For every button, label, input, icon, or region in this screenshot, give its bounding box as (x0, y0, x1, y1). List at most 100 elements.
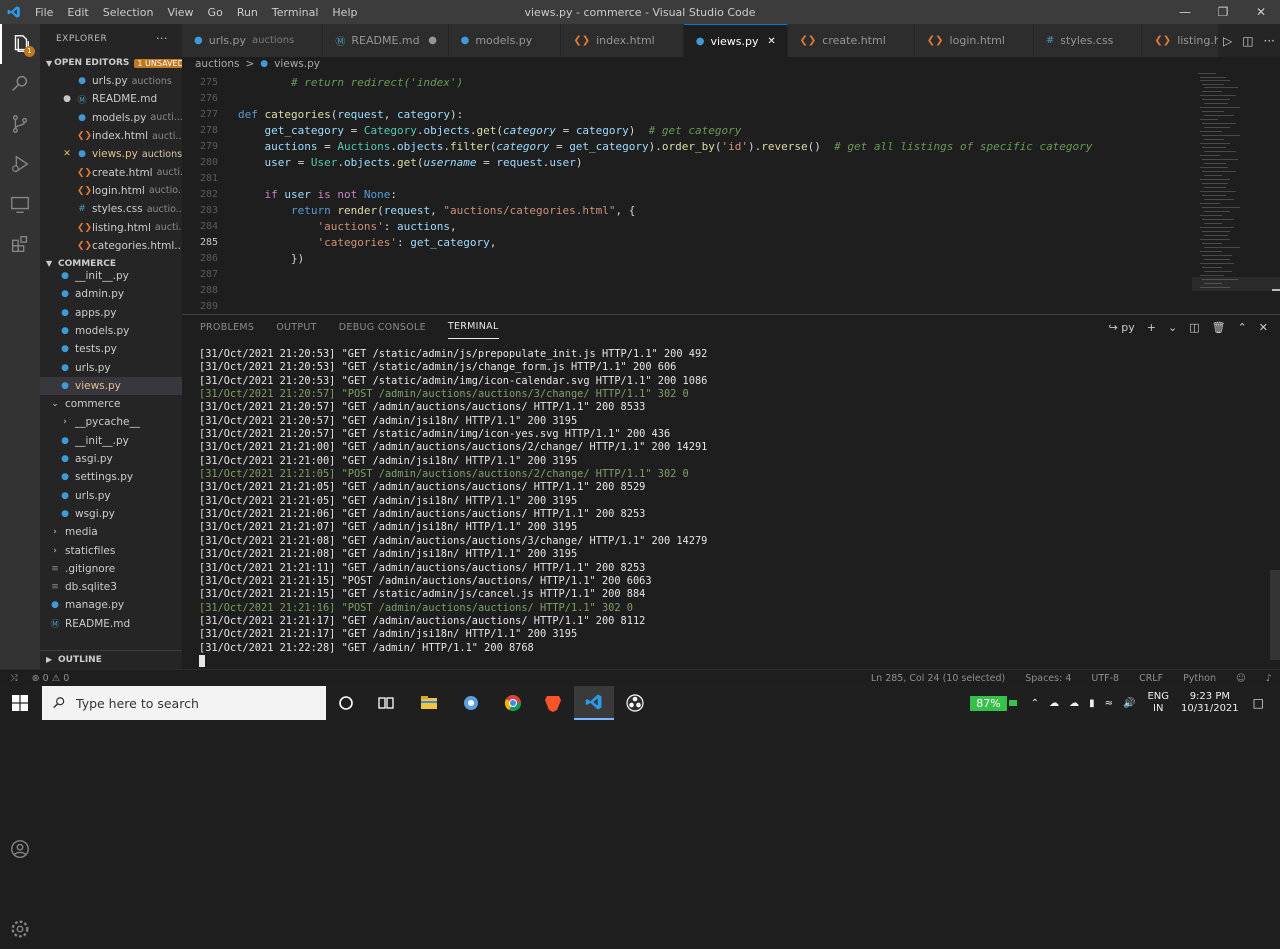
code-line[interactable]: return render(request, "auctions/categor… (238, 204, 635, 217)
brave-icon[interactable] (533, 686, 573, 720)
chrome-icon[interactable] (493, 686, 533, 720)
code-line[interactable]: # return redirect('index') (238, 76, 463, 89)
cortana-icon[interactable] (326, 686, 366, 720)
editor-tab[interactable]: ❮❯create.html (788, 24, 915, 57)
close-editor-icon[interactable]: ✕ (62, 149, 72, 159)
chevron-up-icon[interactable]: ⌃ (1031, 698, 1039, 709)
source-control-icon[interactable] (0, 104, 40, 144)
app-icon[interactable] (451, 686, 491, 720)
language-indicator[interactable]: ENGIN (1147, 691, 1169, 715)
battery-icon[interactable]: ▮ (1089, 698, 1095, 709)
close-editor-icon[interactable]: ✕ (62, 223, 72, 233)
code-line[interactable]: 'auctions': auctions, (238, 220, 457, 233)
explorer-icon[interactable]: 1 (0, 24, 40, 64)
file-item[interactable]: ●wsgi.py (40, 505, 182, 523)
file-item[interactable]: ●admin.py (40, 285, 182, 303)
open-editor-item[interactable]: ✕●views.pyauctions (40, 145, 182, 163)
file-item[interactable]: ●__init__.py (40, 267, 182, 285)
restore-icon[interactable]: ❐ (1204, 0, 1242, 24)
close-editor-icon[interactable]: ✕ (62, 76, 72, 86)
close-panel-icon[interactable]: ✕ (1259, 321, 1268, 334)
split-editor-icon[interactable]: ◫ (1242, 34, 1253, 48)
editor-tab[interactable]: ●models.py (449, 24, 562, 57)
close-window-icon[interactable]: ✕ (1242, 0, 1280, 24)
code-editor[interactable]: 2752762772782792802812822832842852862872… (182, 71, 1192, 314)
split-terminal-icon[interactable]: ◫ (1189, 321, 1199, 334)
close-editor-icon[interactable]: ✕ (62, 113, 72, 123)
file-item[interactable]: ●asgi.py (40, 450, 182, 468)
file-item[interactable]: ⓂREADME.md (40, 615, 182, 633)
chevron-down-icon[interactable]: ⌄ (1168, 321, 1177, 334)
open-editor-item[interactable]: ✕❮❯categories.html... (40, 237, 182, 255)
editor-tab[interactable]: ●urls.pyauctions (182, 24, 323, 57)
tab-debug-console[interactable]: DEBUG CONSOLE (339, 315, 426, 339)
task-view-icon[interactable] (366, 686, 406, 720)
code-line[interactable]: 'categories': get_category, (238, 236, 496, 249)
editor-tab[interactable]: ❮❯index.html (561, 24, 683, 57)
unsaved-dot-icon[interactable]: ● (428, 35, 438, 46)
open-editor-item[interactable]: ✕❮❯listing.htmlaucti... (40, 218, 182, 236)
unsaved-dot-icon[interactable]: ● (62, 94, 72, 104)
run-debug-icon[interactable] (0, 144, 40, 184)
line-ending[interactable]: CRLF (1139, 673, 1163, 684)
open-editor-item[interactable]: ✕●models.pyaucti... (40, 109, 182, 127)
terminal-selector[interactable]: ↪ py (1109, 321, 1135, 334)
bell-icon[interactable]: ♪ (1266, 673, 1272, 684)
editor-tab[interactable]: ❮❯login.html (915, 24, 1034, 57)
close-editor-icon[interactable]: ✕ (62, 204, 72, 214)
obs-icon[interactable] (615, 686, 655, 720)
editor-tab[interactable]: ⓂREADME.md● (323, 24, 448, 57)
feedback-icon[interactable]: ☺ (1236, 673, 1246, 684)
close-editor-icon[interactable]: ✕ (62, 241, 72, 251)
code-line[interactable]: auctions = Auctions.objects.filter(categ… (238, 140, 1092, 153)
file-item[interactable]: ●settings.py (40, 468, 182, 486)
remote-explorer-icon[interactable] (0, 184, 40, 224)
terminal-scrollbar[interactable] (1270, 570, 1280, 660)
open-editor-item[interactable]: ✕❮❯create.htmlaucti... (40, 163, 182, 181)
menu-edit[interactable]: Edit (60, 6, 95, 19)
open-editor-item[interactable]: ✕#styles.cssauctio... (40, 200, 182, 218)
cloud-icon[interactable]: ☁ (1049, 698, 1059, 709)
file-item[interactable]: ●urls.py (40, 487, 182, 505)
file-item[interactable]: ●models.py (40, 322, 182, 340)
code-line[interactable]: }) (238, 252, 304, 265)
editor-tab[interactable]: ●views.py✕ (684, 24, 788, 57)
windows-start-icon[interactable] (0, 686, 40, 720)
outline-header[interactable]: ▶OUTLINE (40, 650, 182, 668)
close-editor-icon[interactable]: ✕ (62, 186, 72, 196)
wifi-icon[interactable]: ≈ (1105, 698, 1113, 709)
encoding[interactable]: UTF-8 (1091, 673, 1119, 684)
file-item[interactable]: ●manage.py (40, 596, 182, 614)
file-explorer-icon[interactable] (409, 686, 449, 720)
run-file-icon[interactable]: ▷ (1223, 34, 1232, 48)
breadcrumb-file[interactable]: views.py (274, 58, 320, 70)
file-item[interactable]: ●urls.py (40, 358, 182, 376)
folder-item[interactable]: ⌄commerce (40, 395, 182, 413)
menu-help[interactable]: Help (325, 6, 364, 19)
folder-item[interactable]: ›staticfiles (40, 541, 182, 559)
accounts-icon[interactable] (0, 829, 40, 869)
code-line[interactable]: if user is not None: (238, 188, 397, 201)
menu-run[interactable]: Run (230, 6, 265, 19)
file-item[interactable]: ≡.gitignore (40, 560, 182, 578)
open-editor-item[interactable]: ✕❮❯login.htmlauctio... (40, 182, 182, 200)
folder-item[interactable]: ›__pycache__ (40, 413, 182, 431)
editor-tab[interactable]: #styles.css (1034, 24, 1143, 57)
maximize-panel-icon[interactable]: ⌃ (1238, 321, 1247, 334)
trash-icon[interactable]: 🗑 (1212, 321, 1226, 334)
file-item[interactable]: ≡db.sqlite3 (40, 578, 182, 596)
open-editor-item[interactable]: ●ⓂREADME.md (40, 90, 182, 108)
file-item[interactable]: ●tests.py (40, 340, 182, 358)
onedrive-icon[interactable]: ☁ (1069, 698, 1079, 709)
menu-selection[interactable]: Selection (96, 6, 161, 19)
new-terminal-icon[interactable]: + (1147, 321, 1156, 334)
search-icon[interactable] (0, 64, 40, 104)
file-item[interactable]: ●views.py (40, 377, 182, 395)
volume-icon[interactable]: 🔊 (1123, 698, 1135, 709)
folder-item[interactable]: ›media (40, 523, 182, 541)
file-item[interactable]: ●__init__.py (40, 432, 182, 450)
terminal-output[interactable]: [31/Oct/2021 21:20:53] "GET /static/admi… (199, 348, 1259, 655)
minimap[interactable] (1192, 71, 1280, 314)
more-actions-icon[interactable]: ··· (1264, 34, 1275, 48)
code-line[interactable]: def categories(request, category): (238, 108, 463, 121)
